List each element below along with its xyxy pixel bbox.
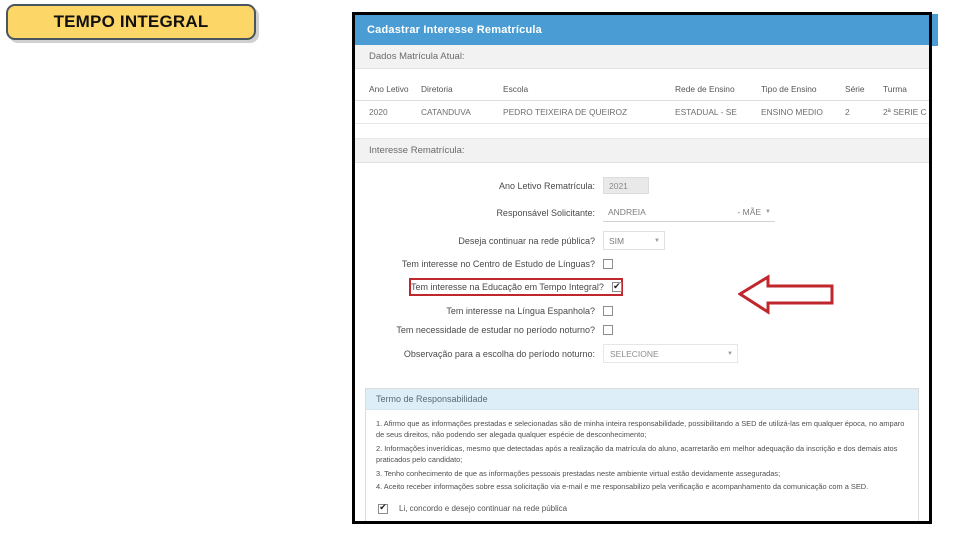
termo-item: 4. Aceito receber informações sobre essa… [376,482,869,492]
label-deseja-continuar-rede-publica: Deseja continuar na rede pública? [458,235,595,246]
select-deseja-continuar-value: SIM [609,235,625,246]
column-header-turma: Turma [881,81,929,101]
field-row-deseja-continuar: Deseja continuar na rede pública? SIM ▼ [355,231,929,250]
field-row-observacao-noturno: Observação para a escolha do período not… [355,344,929,363]
select-responsavel-value: ANDREIA [608,207,646,217]
label-centro-estudo-linguas: Tem interesse no Centro de Estudo de Lín… [401,259,595,269]
column-header-serie: Série [843,81,881,101]
select-responsavel-solicitante[interactable]: ANDREIA - MÃE ▼ [603,203,775,222]
table-row: 2020 CATANDUVA PEDRO TEIXEIRA DE QUEIROZ… [355,100,929,124]
interesse-rematricula-band-label: Interesse Rematrícula: [369,145,465,156]
chevron-down-icon: ▼ [727,350,733,357]
select-responsavel-parentesco: - MÃE [737,207,762,217]
dialog-body: Dados Matrícula Atual: Ano Letivo Direto… [355,45,929,521]
label-educacao-tempo-integral: Tem interesse na Educação em Tempo Integ… [411,282,604,292]
label-necessidade-periodo-noturno: Tem necessidade de estudar no período no… [396,325,595,335]
label-observacao-periodo-noturno: Observação para a escolha do período not… [403,348,595,359]
cell-escola: PEDRO TEIXEIRA DE QUEIROZ [501,100,673,124]
termo-responsabilidade-panel: Termo de Responsabilidade 1. Afirmo que … [365,388,919,521]
column-header-diretoria: Diretoria [419,81,501,101]
column-header-rede-de-ensino: Rede de Ensino [673,81,759,101]
chevron-down-icon: ▼ [765,209,771,215]
field-row-centro-estudo-linguas: Tem interesse no Centro de Estudo de Lín… [355,259,929,269]
label-li-concordo-continuar-rede-publica: Li, concordo e desejo continuar na rede … [399,504,568,514]
checkbox-li-concordo-continuar-rede-publica[interactable] [378,503,388,514]
cell-ano-letivo: 2020 [355,100,419,124]
red-arrow-pointer-icon [738,274,834,315]
label-responsavel-solicitante: Responsável Solicitante: [496,207,595,218]
cell-serie: 2 [843,100,881,124]
field-row-educacao-tempo-integral-highlighted: Tem interesse na Educação em Tempo Integ… [409,278,623,296]
dialog-title: Cadastrar Interesse Rematrícula [367,24,542,36]
select-deseja-continuar-rede-publica[interactable]: SIM ▼ [603,231,665,250]
chevron-down-icon: ▼ [654,237,660,244]
field-row-ano-letivo-rematricula: Ano Letivo Rematrícula: 2021 [355,177,929,194]
tempo-integral-callout-badge: TEMPO INTEGRAL [6,4,256,40]
column-header-tipo-de-ensino: Tipo de Ensino [759,81,843,101]
dialog-title-bar: Cadastrar Interesse Rematrícula [355,15,929,45]
table-header-row: Ano Letivo Diretoria Escola Rede de Ensi… [355,81,929,101]
termo-responsabilidade-header: Termo de Responsabilidade [366,389,918,410]
checkbox-centro-estudo-linguas[interactable] [603,259,613,269]
label-ano-letivo-rematricula: Ano Letivo Rematrícula: [498,180,595,191]
select-observacao-value: SELECIONE [610,348,659,359]
field-row-lingua-espanhola: Tem interesse na Língua Espanhola? [355,306,929,316]
field-row-periodo-noturno: Tem necessidade de estudar no período no… [355,325,929,335]
field-row-responsavel-solicitante: Responsável Solicitante: ANDREIA - MÃE ▼ [355,203,929,222]
checkbox-lingua-espanhola[interactable] [603,306,613,316]
interesse-rematricula-section-band: Interesse Rematrícula: [355,138,929,163]
cadastrar-interesse-rematricula-dialog: Cadastrar Interesse Rematrícula Dados Ma… [352,12,932,524]
select-observacao-periodo-noturno[interactable]: SELECIONE ▼ [603,344,738,363]
label-lingua-espanhola: Tem interesse na Língua Espanhola? [446,306,595,316]
dados-matricula-band-label: Dados Matrícula Atual: [369,51,465,62]
termo-item: 1. Afirmo que as informações prestadas e… [376,419,905,440]
dados-matricula-table: Ano Letivo Diretoria Escola Rede de Ensi… [355,81,929,124]
interesse-rematricula-form: Ano Letivo Rematrícula: 2021 Responsável… [355,163,929,382]
termo-item: 2. Informações inverídicas, mesmo que de… [376,443,898,465]
cell-turma: 2ª SERIE C NOITE ANUAL [881,100,929,124]
column-header-escola: Escola [501,81,673,101]
column-header-ano-letivo: Ano Letivo [355,81,419,101]
cell-rede-ensino: ESTADUAL - SE [673,100,759,124]
input-ano-letivo-rematricula: 2021 [603,177,649,194]
cell-diretoria: CATANDUVA [419,100,501,124]
termo-item: 3. Tenho conhecimento de que as informaç… [376,468,781,478]
checkbox-educacao-tempo-integral[interactable] [611,282,622,292]
checkbox-necessidade-periodo-noturno[interactable] [603,325,613,335]
dados-matricula-section-band: Dados Matrícula Atual: [355,45,929,69]
cell-tipo-ensino: ENSINO MEDIO [759,100,843,124]
tempo-integral-badge-label: TEMPO INTEGRAL [53,12,209,31]
termo-responsabilidade-body: 1. Afirmo que as informações prestadas e… [366,410,918,521]
consent-row: Li, concordo e desejo continuar na rede … [376,503,908,516]
